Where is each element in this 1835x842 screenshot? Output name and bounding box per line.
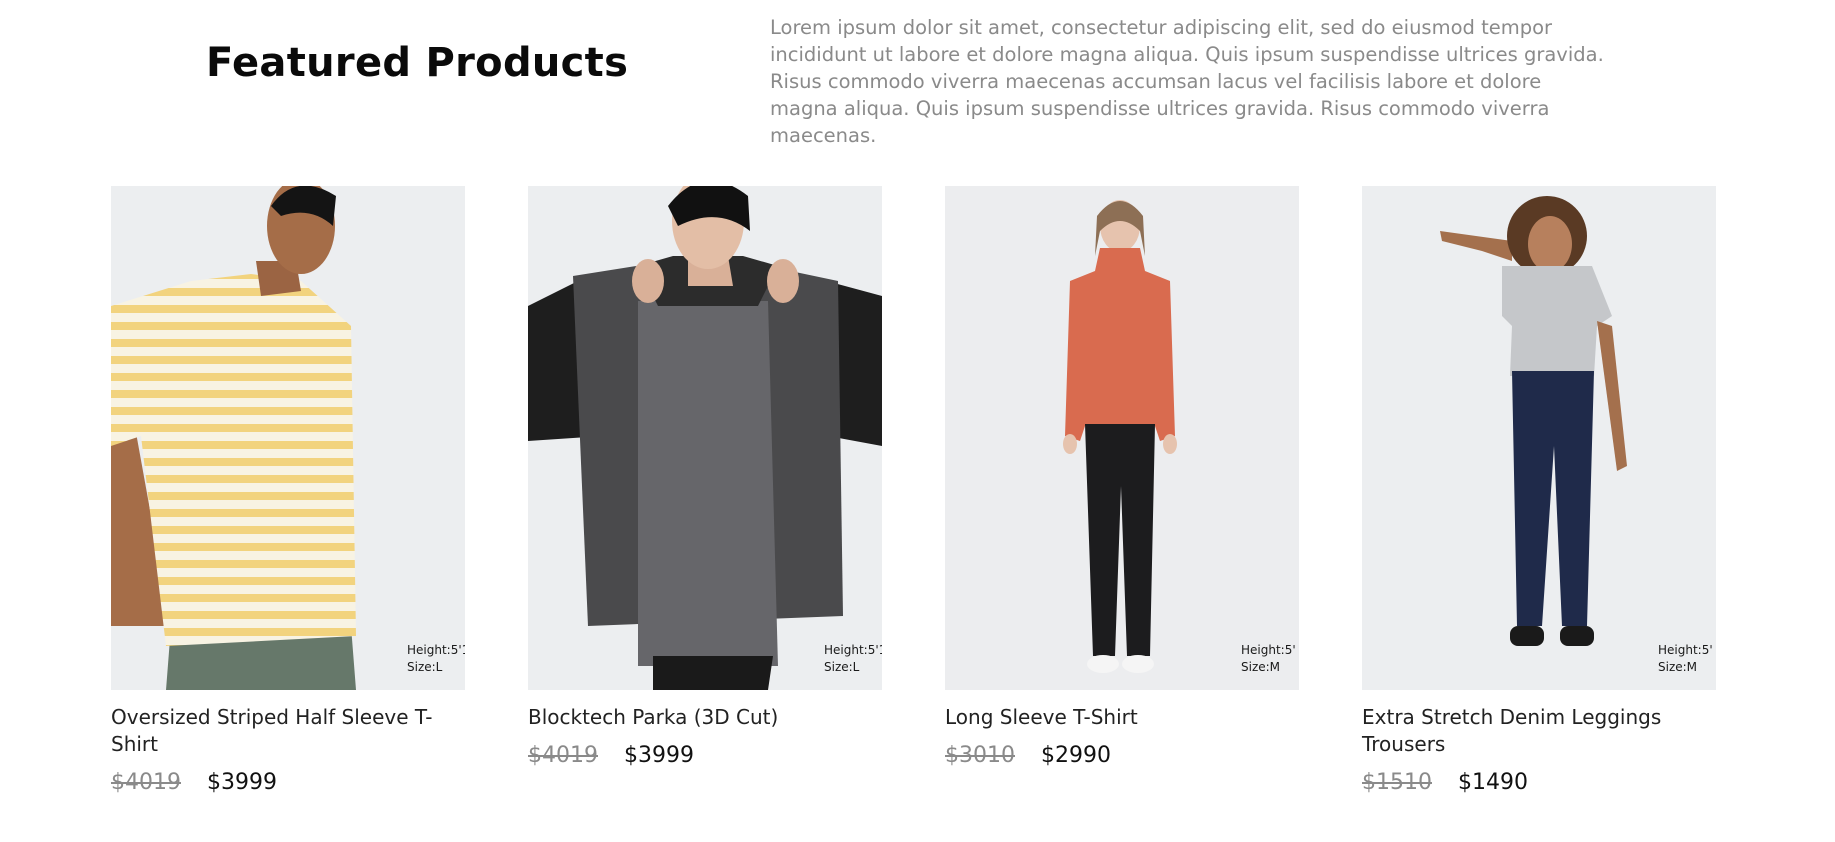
model-size: Size:M [1658, 660, 1698, 674]
sale-price: $1490 [1458, 770, 1528, 795]
product-name[interactable]: Long Sleeve T-Shirt [945, 704, 1299, 731]
product-name[interactable]: Blocktech Parka (3D Cut) [528, 704, 882, 731]
model-height: Height:5'1 [407, 643, 465, 657]
product-photo [945, 186, 1299, 690]
product-card-denim-leggings[interactable]: Height:5' Size:M Extra Stretch Denim Leg… [1362, 186, 1716, 795]
sale-price: $3999 [624, 743, 694, 768]
model-size: Size:M [1241, 660, 1281, 674]
product-name[interactable]: Oversized Striped Half Sleeve T-Shirt [111, 704, 465, 758]
model-info: Height:5'1 Size:L [407, 642, 465, 676]
product-grid: Height:5'1 Size:L Oversized Striped Half… [111, 186, 1716, 795]
model-height: Height:5'1 [824, 643, 882, 657]
original-price: $1510 [1362, 770, 1432, 795]
product-card-striped-tee[interactable]: Height:5'1 Size:L Oversized Striped Half… [111, 186, 465, 795]
product-photo [528, 186, 882, 690]
model-height: Height:5' [1241, 643, 1296, 657]
original-price: $3010 [945, 743, 1015, 768]
model-info: Height:5' Size:M [1658, 642, 1713, 676]
sale-price: $3999 [207, 770, 277, 795]
product-image[interactable]: Height:5'1 Size:L [528, 186, 882, 690]
model-info: Height:5' Size:M [1241, 642, 1296, 676]
model-size: Size:L [824, 660, 860, 674]
price-row: $1510 $1490 [1362, 770, 1716, 795]
model-info: Height:5'1 Size:L [824, 642, 882, 676]
sale-price: $2990 [1041, 743, 1111, 768]
model-height: Height:5' [1658, 643, 1713, 657]
original-price: $4019 [528, 743, 598, 768]
section-description: Lorem ipsum dolor sit amet, consectetur … [770, 16, 1604, 147]
section-title: Featured Products [206, 40, 629, 86]
price-row: $4019 $3999 [111, 770, 465, 795]
price-row: $3010 $2990 [945, 743, 1299, 768]
product-image[interactable]: Height:5' Size:M [1362, 186, 1716, 690]
model-size: Size:L [407, 660, 443, 674]
product-card-long-sleeve-tee[interactable]: Height:5' Size:M Long Sleeve T-Shirt $30… [945, 186, 1299, 795]
original-price: $4019 [111, 770, 181, 795]
product-card-blocktech-parka[interactable]: Height:5'1 Size:L Blocktech Parka (3D Cu… [528, 186, 882, 795]
product-name[interactable]: Extra Stretch Denim Leggings Trousers [1362, 704, 1716, 758]
product-image[interactable]: Height:5' Size:M [945, 186, 1299, 690]
product-photo [1362, 186, 1716, 690]
product-photo [111, 186, 465, 690]
price-row: $4019 $3999 [528, 743, 882, 768]
product-image[interactable]: Height:5'1 Size:L [111, 186, 465, 690]
